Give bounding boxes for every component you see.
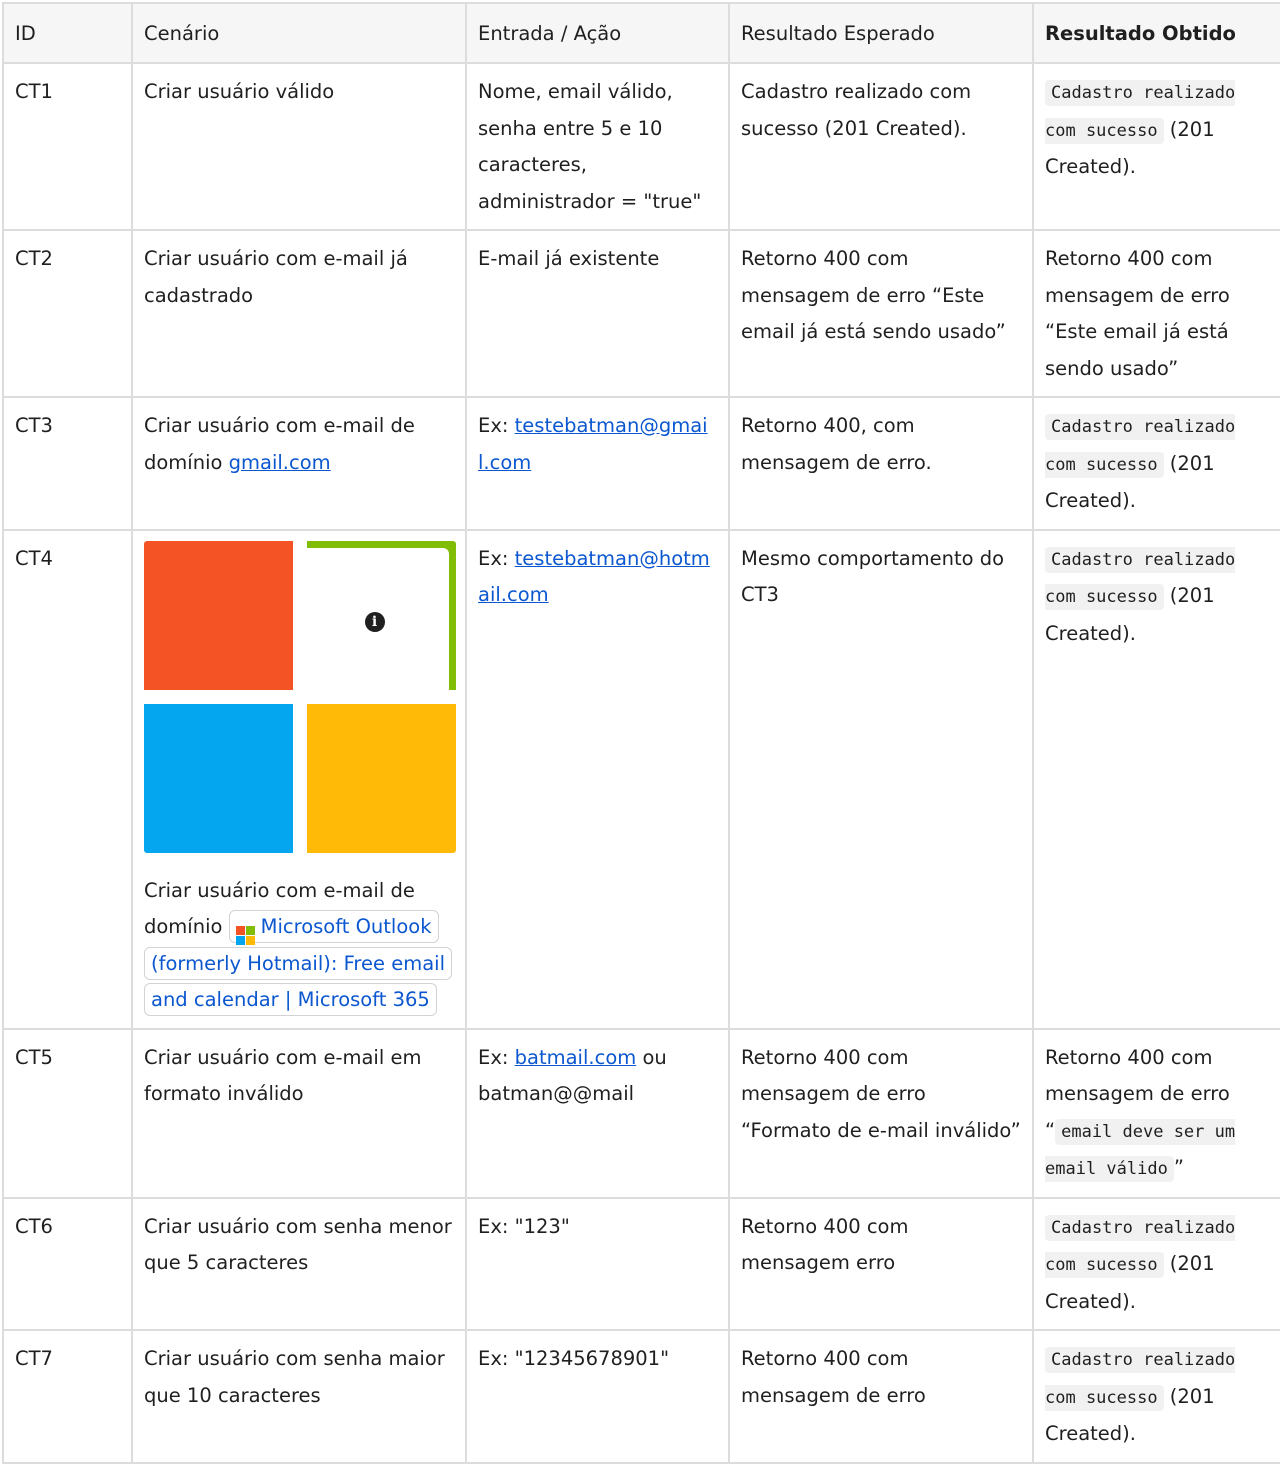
table-row: CT3 Criar usuário com e-mail de domínio … (2, 396, 1280, 531)
header-scenario: Cenário (131, 2, 467, 64)
cell-scenario: Criar usuário com e-mail de domínio gmai… (131, 396, 467, 531)
cell-expected: Retorno 400 com mensagem de erro (728, 1329, 1034, 1464)
cell-scenario: Criar usuário com senha menor que 5 cara… (131, 1196, 467, 1331)
header-id: ID (2, 2, 133, 64)
cell-id: CT3 (2, 396, 133, 531)
logo-blue-square (144, 703, 293, 853)
logo-yellow-square (307, 703, 456, 853)
info-icon[interactable]: i (300, 547, 449, 697)
cell-input: Ex: testebatman@hotmail.com (465, 528, 730, 1030)
microsoft-logo-image: i (144, 540, 456, 853)
cell-id: CT1 (2, 62, 133, 231)
cell-expected: Retorno 400 com mensagem erro (728, 1196, 1034, 1331)
gmail-link[interactable]: gmail.com (229, 451, 331, 474)
cell-id: CT2 (2, 229, 133, 398)
cell-scenario: i Criar usuário com e-mail de domínio Mi… (131, 528, 467, 1030)
cell-scenario: Criar usuário com e-mail já cadastrado (131, 229, 467, 398)
cell-expected: Retorno 400 com mensagem de erro “Format… (728, 1027, 1034, 1199)
cell-obtained: Cadastro realizado com sucesso (201 Crea… (1032, 528, 1280, 1030)
header-obtained: Resultado Obtido (1032, 2, 1280, 64)
code-snippet: email deve ser um email válido (1045, 1118, 1236, 1182)
cell-obtained: Retorno 400 com mensagem de erro “email … (1032, 1027, 1280, 1199)
input-prefix: Ex: (478, 546, 515, 570)
cell-obtained: Retorno 400 com mensagem de erro “Este e… (1032, 229, 1280, 398)
cell-obtained: Cadastro realizado com sucesso (201 Crea… (1032, 62, 1280, 231)
obtained-suffix: ” (1173, 1156, 1184, 1179)
cell-input: Ex: "12345678901" (465, 1329, 730, 1464)
cell-expected: Retorno 400 com mensagem de erro “Este e… (728, 229, 1034, 398)
header-input: Entrada / Ação (465, 2, 730, 64)
input-prefix: Ex: (478, 414, 515, 437)
input-prefix: Ex: (478, 1045, 515, 1069)
cell-input: E-mail já existente (465, 229, 730, 398)
cell-id: CT5 (2, 1027, 133, 1199)
microsoft-logo-icon (235, 926, 255, 945)
cell-scenario: Criar usuário válido (131, 62, 467, 231)
cell-input: Ex: batmail.com ou batman@@mail (465, 1027, 730, 1199)
cell-id: CT7 (2, 1329, 133, 1464)
cell-scenario: Criar usuário com senha maior que 10 car… (131, 1329, 467, 1464)
header-expected: Resultado Esperado (728, 2, 1034, 64)
cell-id: CT4 (2, 528, 133, 1030)
cell-input: Ex: "123" (465, 1196, 730, 1331)
table-row: CT1 Criar usuário válido Nome, email vál… (2, 62, 1280, 231)
cell-input: Nome, email válido, senha entre 5 e 10 c… (465, 62, 730, 231)
cell-scenario: Criar usuário com e-mail em formato invá… (131, 1027, 467, 1199)
table-row: CT4 i Criar usuário com e-mail de domíni… (2, 528, 1280, 1030)
cell-id: CT6 (2, 1196, 133, 1331)
batmail-link[interactable]: batmail.com (515, 1046, 637, 1069)
cell-obtained: Cadastro realizado com sucesso (201 Crea… (1032, 1196, 1280, 1331)
cell-input: Ex: testebatman@gmail.com (465, 396, 730, 531)
table-header-row: ID Cenário Entrada / Ação Resultado Espe… (2, 2, 1280, 64)
cell-expected: Mesmo comportamento do CT3 (728, 528, 1034, 1030)
cell-expected: Retorno 400, com mensagem de erro. (728, 396, 1034, 531)
table-row: CT5 Criar usuário com e-mail em formato … (2, 1027, 1280, 1199)
cell-obtained: Cadastro realizado com sucesso (201 Crea… (1032, 396, 1280, 531)
table-row: CT7 Criar usuário com senha maior que 10… (2, 1329, 1280, 1464)
cell-obtained: Cadastro realizado com sucesso (201 Crea… (1032, 1329, 1280, 1464)
table-row: CT6 Criar usuário com senha menor que 5 … (2, 1196, 1280, 1331)
logo-red-square (144, 540, 293, 690)
cell-expected: Cadastro realizado com sucesso (201 Crea… (728, 62, 1034, 231)
test-cases-table: ID Cenário Entrada / Ação Resultado Espe… (2, 2, 1280, 1464)
table-row: CT2 Criar usuário com e-mail já cadastra… (2, 229, 1280, 398)
